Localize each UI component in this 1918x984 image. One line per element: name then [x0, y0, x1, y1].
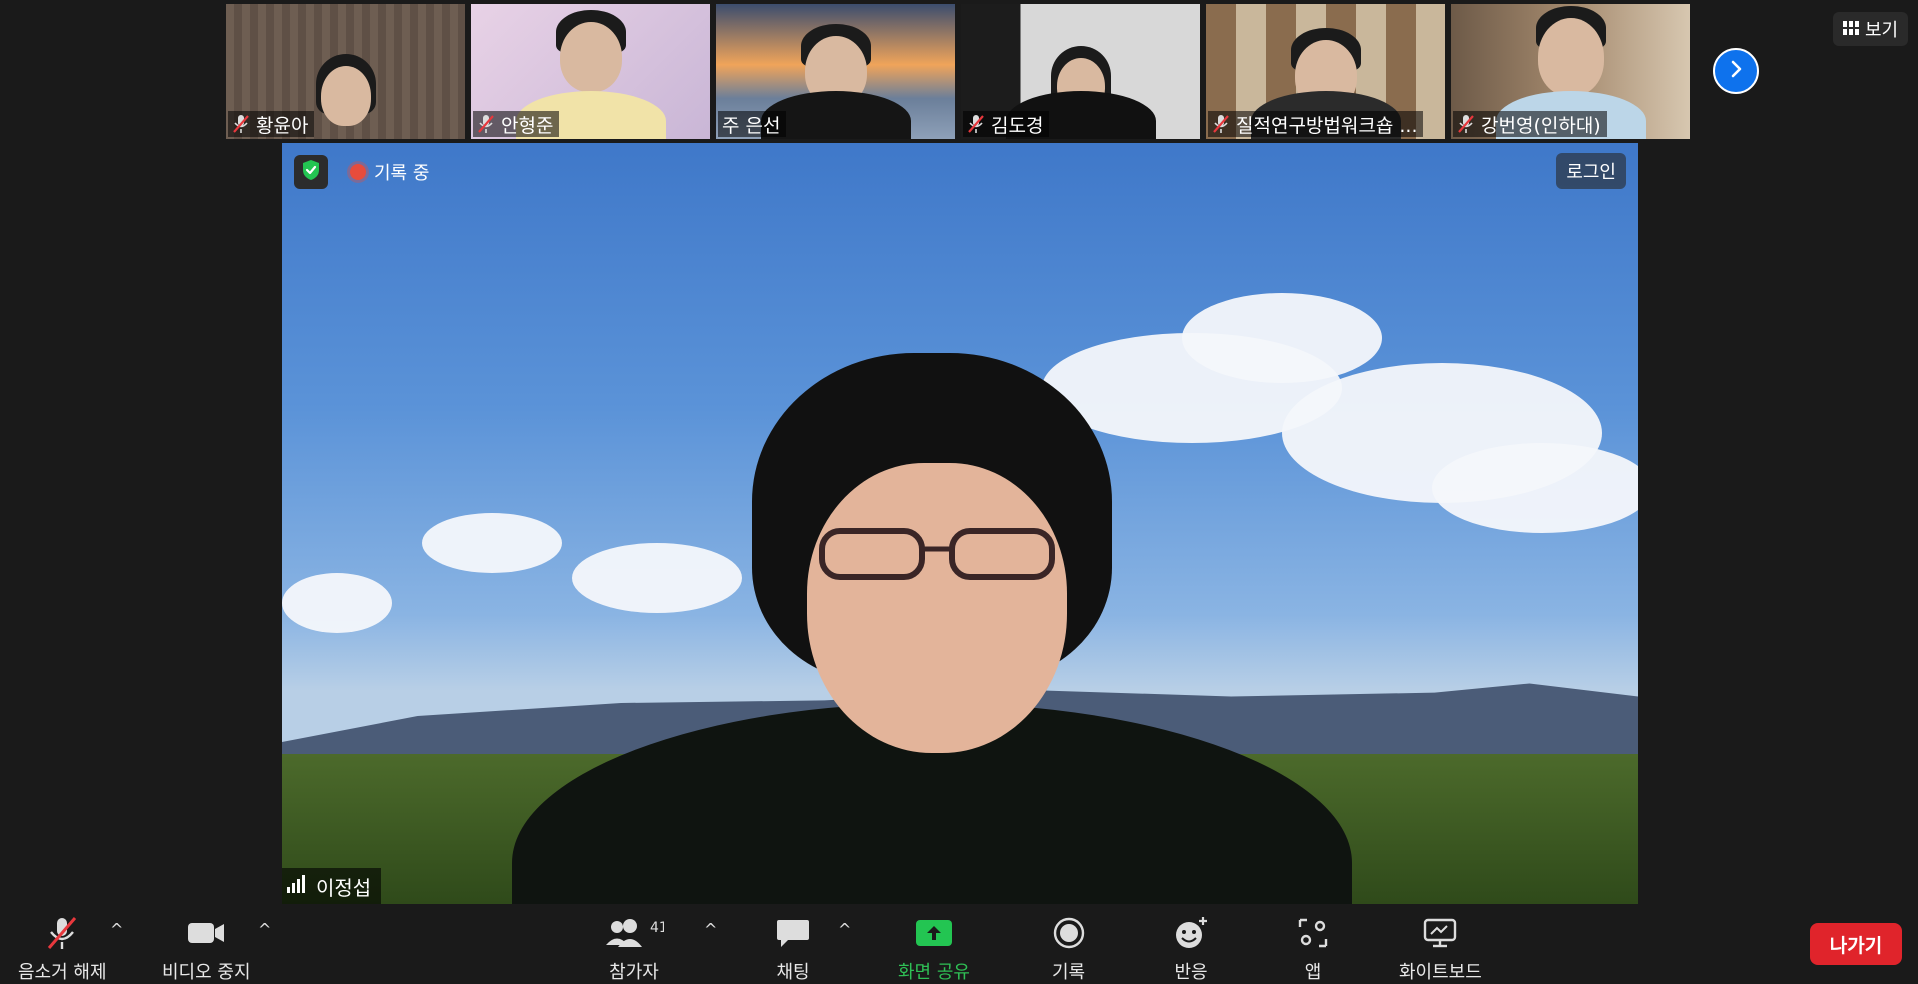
participant-face [320, 66, 371, 126]
microphone-muted-icon [232, 114, 250, 134]
speaker-name-tag: 이정섭 [282, 868, 382, 904]
view-button-label: 보기 [1865, 20, 1899, 41]
participants-options-caret[interactable]: ^ [704, 920, 717, 939]
participants-label: 참가자 [609, 962, 659, 983]
speaker-name: 이정섭 [316, 875, 372, 900]
signal-icon [286, 874, 308, 898]
participant-thumbnail[interactable]: 안형준 [471, 4, 710, 139]
whiteboard-icon [1423, 912, 1457, 954]
participant-face [1537, 18, 1604, 96]
cloud [1432, 443, 1638, 533]
chat-icon [776, 912, 810, 954]
record-label: 기록 [1052, 962, 1086, 983]
cloud [422, 513, 562, 573]
chat-label: 채팅 [776, 962, 810, 983]
unmute-button[interactable]: 음소거 해제 [18, 912, 107, 984]
participants-button[interactable]: 41 참가자 [604, 912, 664, 984]
reactions-button[interactable]: 반응 [1173, 912, 1209, 984]
participant-name-tag: 주 은선 [718, 111, 787, 137]
shield-icon [301, 159, 321, 185]
next-page-button[interactable] [1713, 48, 1759, 94]
camera-icon [186, 912, 226, 954]
record-icon [350, 164, 366, 180]
login-button[interactable]: 로그인 [1556, 153, 1626, 189]
participant-thumbnail[interactable]: 주 은선 [716, 4, 955, 139]
whiteboard-label: 화이트보드 [1399, 962, 1482, 983]
apps-icon [1297, 912, 1329, 954]
microphone-muted-icon [477, 114, 495, 134]
grid-icon [1843, 19, 1859, 40]
participant-name: 김도경 [991, 114, 1044, 137]
participant-name: 주 은선 [722, 114, 781, 137]
participant-name-tag: 안형준 [473, 111, 560, 137]
participants-icon: 41 [604, 912, 664, 954]
recording-indicator: 기록 중 [342, 157, 437, 187]
participant-thumbnail[interactable]: 김도경 [961, 4, 1200, 139]
apps-button[interactable]: 앱 [1297, 912, 1329, 984]
participant-name: 강번영(인하대) [1481, 114, 1601, 137]
security-badge[interactable] [294, 155, 328, 189]
participant-thumbnail[interactable]: 질적연구방법워크숍 ... [1206, 4, 1445, 139]
leave-label: 나가기 [1829, 934, 1883, 957]
participant-name-tag: 황윤아 [228, 111, 315, 137]
record-icon [1053, 912, 1085, 954]
share-screen-icon [915, 912, 953, 954]
share-screen-button[interactable]: 화면 공유 [898, 912, 970, 984]
active-speaker-video: 기록 중 로그인 이정섭 [282, 143, 1638, 904]
audio-options-caret[interactable]: ^ [110, 920, 123, 939]
participant-face [559, 22, 622, 92]
unmute-label: 음소거 해제 [18, 962, 107, 983]
record-button[interactable]: 기록 [1052, 912, 1085, 984]
speaker-glasses [812, 523, 1062, 583]
leave-button[interactable]: 나가기 [1810, 923, 1902, 965]
speaker-face [807, 463, 1067, 753]
chat-button[interactable]: 채팅 [776, 912, 810, 984]
participant-name-tag: 질적연구방법워크숍 ... [1208, 111, 1424, 137]
participant-thumbnail[interactable]: 황윤아 [226, 4, 465, 139]
stop-video-button[interactable]: 비디오 중지 [162, 912, 251, 984]
login-label: 로그인 [1566, 162, 1616, 183]
participant-name: 황윤아 [256, 114, 309, 137]
participants-count: 41 [650, 920, 664, 936]
reaction-icon [1173, 912, 1209, 954]
participant-name-tag: 김도경 [963, 111, 1050, 137]
participant-name: 질적연구방법워크숍 ... [1236, 114, 1418, 137]
whiteboard-button[interactable]: 화이트보드 [1399, 912, 1482, 984]
chevron-right-icon [1726, 59, 1746, 83]
thumbnail-strip: 황윤아 안형준 주 은선 김도경 질적연구방법워크숍 ... 강번영(인하대) [226, 4, 1690, 139]
reactions-label: 반응 [1174, 962, 1208, 983]
microphone-muted-icon [1457, 114, 1475, 134]
participant-name: 안형준 [501, 114, 554, 137]
participant-name-tag: 강번영(인하대) [1453, 111, 1607, 137]
participant-thumbnail[interactable]: 강번영(인하대) [1451, 4, 1690, 139]
microphone-muted-icon [1212, 114, 1230, 134]
cloud [572, 543, 742, 613]
video-options-caret[interactable]: ^ [258, 920, 271, 939]
cloud [282, 573, 392, 633]
stop-video-label: 비디오 중지 [162, 962, 251, 983]
chat-options-caret[interactable]: ^ [838, 920, 851, 939]
view-button[interactable]: 보기 [1833, 12, 1909, 46]
share-screen-label: 화면 공유 [898, 962, 970, 983]
recording-label: 기록 중 [374, 163, 430, 184]
cloud [1182, 293, 1382, 383]
apps-label: 앱 [1304, 962, 1322, 983]
microphone-muted-icon [43, 912, 81, 954]
microphone-muted-icon [967, 114, 985, 134]
